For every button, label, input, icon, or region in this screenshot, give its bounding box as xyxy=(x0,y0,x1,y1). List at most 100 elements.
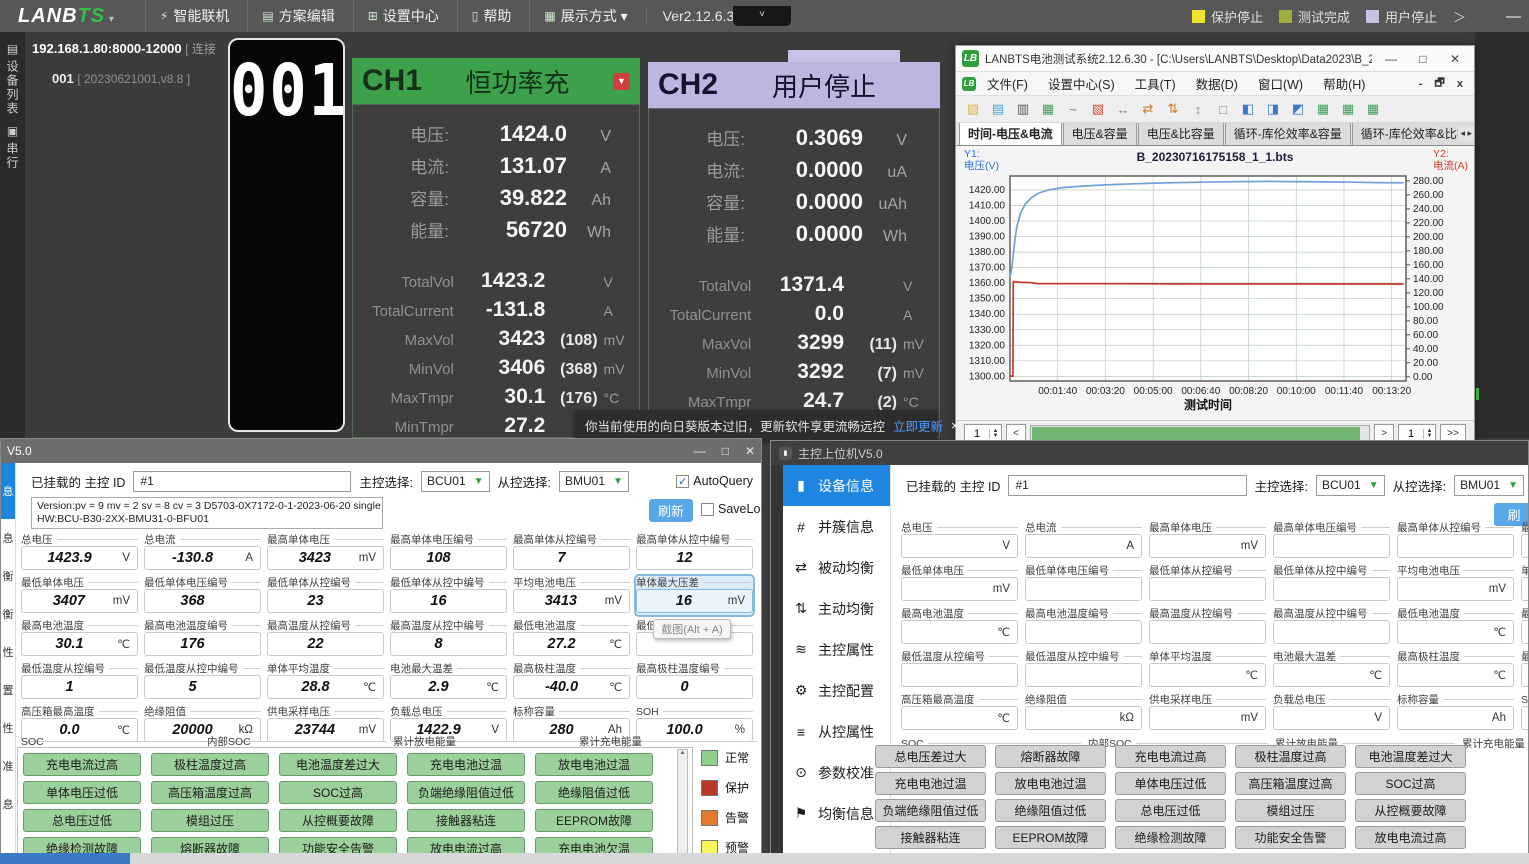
data-cell[interactable]: 供电采样电压 mV xyxy=(1149,693,1266,732)
menu-item[interactable]: 文件(F) xyxy=(978,72,1037,95)
status-flag-button[interactable]: 绝缘检测故障 xyxy=(1115,826,1226,849)
chart-scrollbar-thumb[interactable] xyxy=(1032,427,1360,440)
bmsL-sidebar-active-tab[interactable]: 息 xyxy=(1,463,15,519)
status-flag-button[interactable]: 接触器粘连 xyxy=(407,809,525,832)
data-cell[interactable]: 最高极柱温度编号 0 xyxy=(636,662,753,701)
bmsL-titlebar[interactable]: V5.0 — □ ✕ xyxy=(1,439,761,463)
data-cell[interactable]: 最低单体从控编号 xyxy=(1149,564,1266,603)
window-maximize-button[interactable]: □ xyxy=(1410,52,1436,66)
chart-tab[interactable]: 循环-库伦效率&容量 xyxy=(1225,123,1351,145)
data-cell[interactable]: 最高温度从控编号 22 xyxy=(267,619,384,658)
topbar-menu-item[interactable]: ▤ 方案编辑 xyxy=(247,0,348,32)
doc-restore-button[interactable]: 🗗 xyxy=(1430,74,1450,93)
data-cell[interactable]: 最低单体从控中编号 xyxy=(1273,564,1390,603)
data-cell[interactable]: 最低单体电压 3407mV xyxy=(21,576,138,615)
chart-window-titlebar[interactable]: LB LANBTS电池测试系统2.12.6.30 - [C:\Users\LAN… xyxy=(956,46,1474,72)
status-flag-button[interactable]: 高压箱温度过高 xyxy=(1235,772,1346,795)
data-cell[interactable]: 最高单体从控编号 xyxy=(1397,521,1514,560)
data-cell[interactable]: 单体最大压差 mV xyxy=(1521,564,1528,603)
toolbar-icon[interactable]: ~ xyxy=(1062,100,1084,119)
data-cell[interactable]: 最低温度从控中编号 5 xyxy=(144,662,261,701)
slave-select-dropdown[interactable]: BMU01▼ xyxy=(1454,475,1524,496)
data-cell[interactable]: 最低电池温度 ℃ xyxy=(1397,607,1514,646)
toolbar-icon[interactable]: ▨ xyxy=(962,100,984,119)
channel-panel-ch2[interactable]: CH2 用户停止 电压: 0.3069 V 电流: 0.0000 uA 容量: … xyxy=(648,32,940,438)
toolbar-icon[interactable]: ▥ xyxy=(1012,100,1034,119)
toolbar-icon[interactable]: ▦ xyxy=(1037,100,1059,119)
status-flag-button[interactable]: 总电压过低 xyxy=(1115,799,1226,822)
doc-close-button[interactable]: x xyxy=(1452,78,1468,90)
status-flag-button[interactable]: 模组过压 xyxy=(151,809,269,832)
bmsL-sidebar-tab[interactable]: 性 xyxy=(1,709,15,747)
toolbar-icon[interactable]: ↕ xyxy=(1187,100,1209,119)
data-cell[interactable]: 最低单体电压 mV xyxy=(901,564,1018,603)
topbar-menu-item[interactable]: ⚡ 智能联机 xyxy=(145,0,243,32)
data-cell[interactable]: 最低单体从控编号 23 xyxy=(267,576,384,615)
chart-tab[interactable]: 循环-库伦效率&比容量 xyxy=(1352,123,1474,145)
menu-item[interactable]: 帮助(H) xyxy=(1314,72,1374,95)
data-cell[interactable]: 最高电池温度编号 176 xyxy=(144,619,261,658)
data-cell[interactable]: 总电流 A xyxy=(1025,521,1142,560)
data-cell[interactable]: 单体平均温度 ℃ xyxy=(1149,650,1266,689)
data-cell[interactable]: 绝缘阻值 kΩ xyxy=(1025,693,1142,732)
sidebar-item[interactable]: ≡ 从控属性 xyxy=(783,711,890,752)
status-flag-button[interactable]: 单体电压过低 xyxy=(23,781,141,804)
status-flag-button[interactable]: 充电电池过温 xyxy=(407,753,525,776)
data-cell[interactable]: 最高极柱温度 -40.0℃ xyxy=(513,662,630,701)
topbar-menu-item[interactable]: ⊞ 设置中心 xyxy=(353,0,453,32)
left-rail-tab[interactable]: ▤ 设备列表 xyxy=(4,42,21,116)
menu-item[interactable]: 窗口(W) xyxy=(1249,72,1312,95)
data-cell[interactable]: 最高单体电压编号 xyxy=(1273,521,1390,560)
sidebar-item[interactable]: # 并簇信息 xyxy=(783,506,890,547)
sidebar-item[interactable]: ▮ 设备信息 xyxy=(783,465,890,506)
data-cell[interactable]: 平均电池电压 3413mV xyxy=(513,576,630,615)
menu-item[interactable]: 数据(D) xyxy=(1187,72,1247,95)
bmsR-titlebar[interactable]: ▮ 主控上位机V5.0 xyxy=(771,441,1528,465)
device-tree-root[interactable]: 192.168.1.80:8000-12000 [ 连接 xyxy=(32,40,227,57)
mounted-id-input[interactable]: #1 xyxy=(1008,475,1246,496)
mounted-id-input[interactable]: #1 xyxy=(133,471,351,492)
autoquery-checkbox[interactable]: ✓AutoQuery xyxy=(676,474,753,488)
doc-minimize-button[interactable]: - xyxy=(1414,78,1428,90)
toolbar-icon[interactable]: ◩ xyxy=(1287,100,1309,119)
sidebar-item[interactable]: ≋ 主控属性 xyxy=(783,629,890,670)
status-flag-button[interactable]: 极柱温度过高 xyxy=(151,753,269,776)
status-flag-button[interactable]: 放电电池过温 xyxy=(995,772,1106,795)
bmsL-maximize-button[interactable]: □ xyxy=(722,444,729,458)
data-cell[interactable]: 总电流 -130.8A xyxy=(144,533,261,572)
data-cell[interactable]: 最高单体从控编号 7 xyxy=(513,533,630,572)
status-flag-button[interactable]: 单体电压过低 xyxy=(1115,772,1226,795)
status-flag-button[interactable]: 绝缘阻值过低 xyxy=(535,781,653,804)
bmsL-sidebar-tab[interactable]: 衡 xyxy=(1,595,15,633)
data-cell[interactable]: 最高极柱温度编号 xyxy=(1521,650,1528,689)
toolbar-icon[interactable]: □ xyxy=(1212,100,1234,119)
toolbar-icon[interactable]: ▦ xyxy=(1337,100,1359,119)
data-cell[interactable]: 最低单体电压编号 xyxy=(1025,564,1142,603)
flags-scrollbar[interactable] xyxy=(677,749,688,863)
chart-tab[interactable]: 电压&容量 xyxy=(1063,123,1137,145)
data-cell[interactable]: 平均电池电压 mV xyxy=(1397,564,1514,603)
data-cell[interactable]: 最低电池温度 27.2℃ xyxy=(513,619,630,658)
data-cell[interactable]: 最高单体从控中编号 12 xyxy=(636,533,753,572)
toolbar-icon[interactable]: ▤ xyxy=(987,100,1009,119)
toolbar-icon[interactable]: ↔ xyxy=(1112,100,1134,119)
data-cell[interactable]: 最高电池温度 30.1℃ xyxy=(21,619,138,658)
status-flag-button[interactable]: 充电电流过高 xyxy=(23,753,141,776)
refresh-button[interactable]: 刷新 xyxy=(649,499,693,522)
data-cell[interactable]: 最高温度从控中编号 xyxy=(1273,607,1390,646)
status-flag-button[interactable]: 接触器粘连 xyxy=(875,826,986,849)
data-cell[interactable]: 单体平均温度 28.8℃ xyxy=(267,662,384,701)
data-cell[interactable]: 最低温度从控编号 1 xyxy=(21,662,138,701)
status-flag-button[interactable]: 充电电流过高 xyxy=(1115,745,1226,768)
bmsL-sidebar-tab[interactable]: 衡 xyxy=(1,557,15,595)
status-flag-button[interactable]: SOC过高 xyxy=(279,781,397,804)
data-cell[interactable]: 最低温度从控编号 xyxy=(901,650,1018,689)
status-flag-button[interactable]: 功能安全告警 xyxy=(1235,826,1346,849)
status-flag-button[interactable]: 放电电流过高 xyxy=(1355,826,1466,849)
taskbar-active-item[interactable] xyxy=(0,853,130,864)
toolbar-icon[interactable]: ▧ xyxy=(1087,100,1109,119)
data-cell[interactable]: 负载总电压 V xyxy=(1273,693,1390,732)
status-flag-button[interactable]: 总电压过低 xyxy=(23,809,141,832)
status-flag-button[interactable]: 熔断器故障 xyxy=(995,745,1106,768)
data-cell[interactable]: 总电压 1423.9V xyxy=(21,533,138,572)
